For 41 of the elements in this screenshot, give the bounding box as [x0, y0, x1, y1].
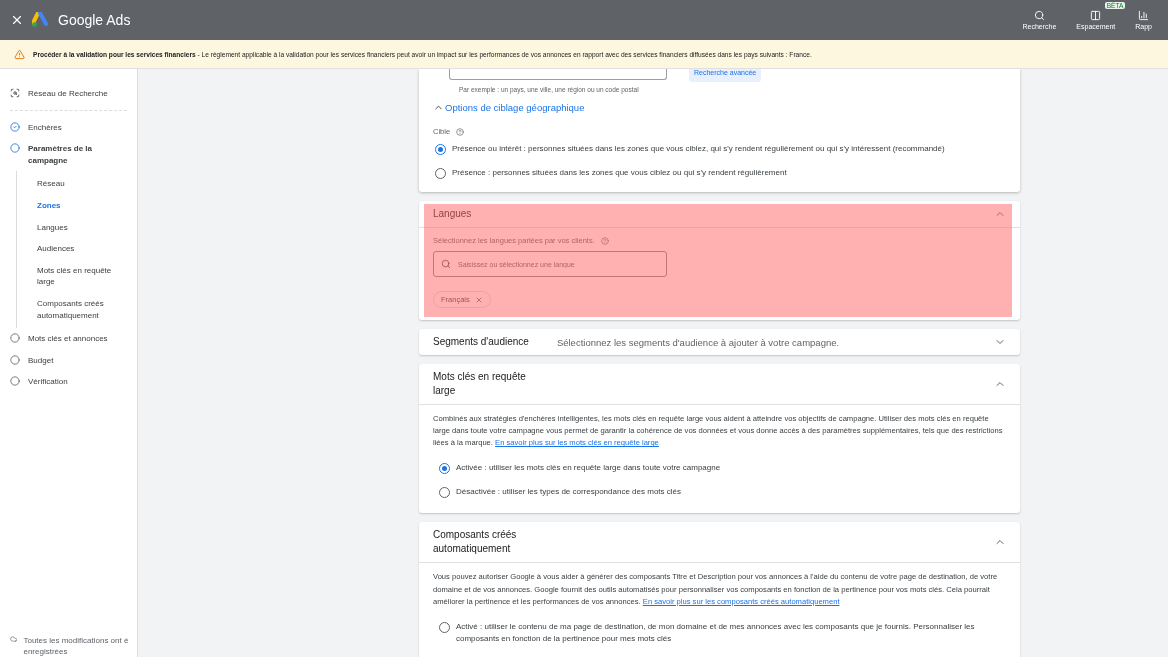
help-icon: [456, 127, 465, 136]
app-title: Google Ads: [58, 12, 131, 28]
radio-option[interactable]: Présence : personnes situées dans les zones que vous ciblez ou qui s'y rendent régulièrement: [435, 164, 1006, 182]
warning-icon: [14, 48, 25, 60]
section-summary: Sélectionnez les segments d'audience à ajouter à votre campagne.: [556, 336, 841, 348]
sidebar-subitem[interactable]: Composants créés automatiquement: [37, 292, 122, 327]
logo-icon: [32, 12, 50, 28]
sidebar-subitem[interactable]: Audiences: [37, 238, 122, 260]
check-circle-icon: [10, 121, 20, 132]
sidebar-subitem[interactable]: Mots clés en requête large: [37, 259, 122, 293]
radio-option[interactable]: Désactivée : utiliser les types de correspondance des mots clés: [439, 483, 1006, 502]
radio-option[interactable]: Activée : utiliser les mots clés en requête large dans toute votre campagne: [439, 459, 1006, 478]
search-icon: [441, 259, 451, 269]
search-network-icon: [10, 88, 20, 98]
circle-icon: [10, 143, 20, 154]
sidebar-subitem[interactable]: Zones: [37, 194, 122, 217]
circle-icon: [10, 333, 20, 344]
columns-icon: [1090, 10, 1102, 21]
sidebar-subitem[interactable]: Langues: [37, 216, 122, 239]
sidebar-item[interactable]: Budget: [10, 349, 137, 372]
section-title: Segments d'audience: [433, 335, 529, 349]
help-icon: [600, 236, 609, 245]
geo-options-toggle[interactable]: Options de ciblage géographique: [433, 102, 1006, 113]
sidebar-item[interactable]: Vérification: [10, 371, 137, 393]
close-icon[interactable]: [10, 13, 24, 27]
sidebar-item[interactable]: Enchères: [10, 116, 137, 139]
radio-option[interactable]: Présence ou intérêt : personnes situées dans les zones que vous ciblez, qui s'y rendent régulièrement ou qui s'y intéressent (recommandé): [435, 140, 1006, 158]
sidebar-item[interactable]: Mots clés et annonces: [10, 328, 137, 350]
sidebar-subitem[interactable]: Réseau: [37, 173, 122, 195]
sidebar-item[interactable]: Paramètres de la campagne: [10, 138, 137, 172]
section-title: Mots clés en requête large: [433, 370, 527, 398]
cloud-icon: [10, 635, 18, 643]
save-status: Toutes les modifications ont é enregistrées: [23, 635, 130, 657]
section-title: Composants créés automatiquement: [433, 528, 518, 557]
section-title: Langues: [433, 207, 472, 221]
search-icon: [1033, 10, 1045, 21]
circle-icon: [10, 354, 20, 365]
circle-icon: [10, 376, 20, 387]
location-search-field[interactable]: [449, 69, 667, 80]
bar-chart-icon: [1138, 10, 1150, 21]
radio-option[interactable]: Activé : utiliser le contenu de ma page de destination, de mon domaine et de mes annonces avec les composants que je fournis. Personnaliser les composants en fonction de la pertinence pour mes mots clés: [439, 617, 1006, 648]
